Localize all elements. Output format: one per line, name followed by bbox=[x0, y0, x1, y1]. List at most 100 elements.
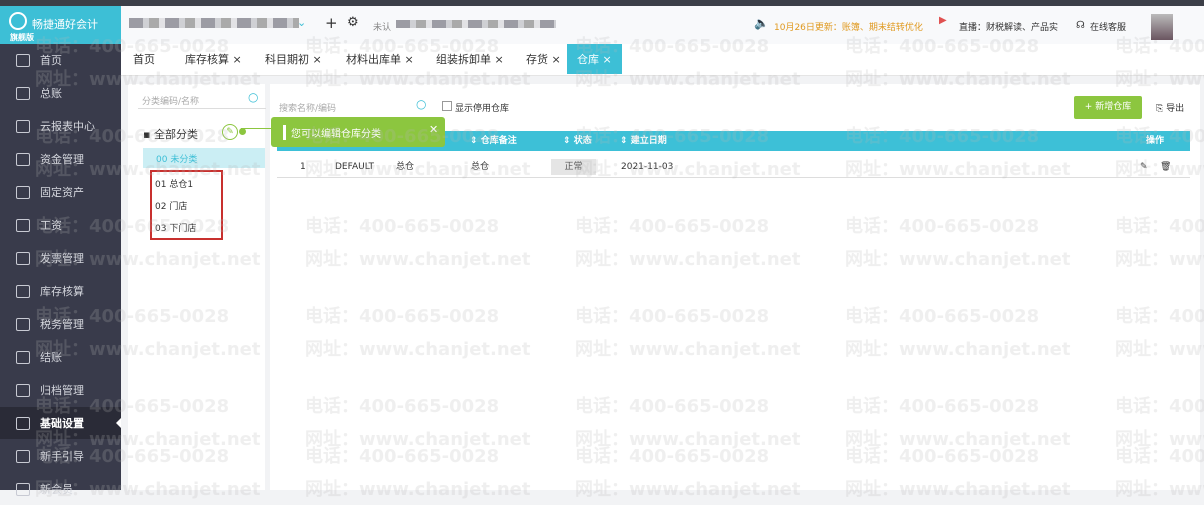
app-edition: 旗舰版 bbox=[10, 33, 34, 42]
tab-label: 存货 bbox=[526, 53, 548, 66]
add-warehouse-button[interactable]: + 新增仓库 bbox=[1074, 96, 1142, 119]
sidebar-item-7[interactable]: 库存核算 bbox=[0, 275, 121, 307]
search-icon[interactable]: ○ bbox=[416, 97, 426, 111]
col-status[interactable]: ⇕ 状态 bbox=[563, 131, 592, 151]
speaker-icon: 🔈 bbox=[754, 16, 769, 30]
gear-icon bbox=[16, 416, 30, 430]
col-date[interactable]: ⇕ 建立日期 bbox=[620, 131, 667, 151]
account-name-blurred[interactable] bbox=[129, 18, 299, 28]
sidebar-item-13[interactable]: 新会员 bbox=[0, 473, 121, 505]
tab-0[interactable]: 首页 bbox=[133, 44, 155, 76]
tab-2[interactable]: 科目期初 × bbox=[265, 44, 322, 76]
export-label: 导出 bbox=[1166, 104, 1185, 114]
headset-icon: ☊ bbox=[1076, 20, 1085, 31]
tab-label: 首页 bbox=[133, 53, 155, 66]
company-blurred bbox=[396, 20, 556, 28]
sidebar-item-9[interactable]: 结账 bbox=[0, 341, 121, 373]
archive-icon bbox=[16, 383, 30, 397]
tab-6[interactable]: 仓库 × bbox=[567, 44, 622, 74]
gear-icon[interactable]: ⚙ bbox=[347, 15, 359, 30]
sidebar-item-label: 首页 bbox=[40, 54, 62, 67]
sidebar-item-label: 资金管理 bbox=[40, 153, 84, 166]
tooltip: 您可以编辑仓库分类 ✕ bbox=[271, 117, 445, 147]
tab-4[interactable]: 组装拆卸单 × bbox=[436, 44, 504, 76]
sidebar-item-label: 库存核算 bbox=[40, 285, 84, 298]
close-icon[interactable]: × bbox=[405, 53, 414, 66]
cell-index: 1 bbox=[300, 162, 306, 172]
tooltip-text: 您可以编辑仓库分类 bbox=[283, 125, 381, 140]
guide-icon bbox=[16, 449, 30, 463]
tab-5[interactable]: 存货 × bbox=[526, 44, 561, 76]
sidebar-item-8[interactable]: 税务管理 bbox=[0, 308, 121, 340]
online-service[interactable]: 在线客服 bbox=[1090, 20, 1126, 33]
cell-remark: 总仓 bbox=[471, 162, 490, 172]
sidebar-item-label: 固定资产 bbox=[40, 186, 84, 199]
tab-label: 仓库 bbox=[577, 53, 599, 66]
avatar[interactable] bbox=[1151, 14, 1173, 40]
logo-icon bbox=[9, 12, 27, 30]
close-icon[interactable]: × bbox=[313, 53, 322, 66]
sidebar-item-3[interactable]: 资金管理 bbox=[0, 143, 121, 175]
sidebar-item-label: 归档管理 bbox=[40, 384, 84, 397]
export-button[interactable]: ⎘ 导出 bbox=[1156, 101, 1184, 114]
inventory-icon bbox=[16, 284, 30, 298]
all-categories-label: 全部分类 bbox=[153, 128, 198, 141]
col-remark-label: 仓库备注 bbox=[480, 136, 517, 146]
close-icon[interactable]: ✕ bbox=[429, 123, 438, 136]
edit-category-icon[interactable]: ✎ bbox=[222, 124, 238, 140]
close-icon[interactable]: × bbox=[552, 53, 561, 66]
cell-code: DEFAULT bbox=[335, 162, 374, 172]
tax-icon bbox=[16, 317, 30, 331]
home-icon bbox=[16, 53, 30, 67]
member-icon bbox=[16, 482, 30, 496]
sidebar-item-11[interactable]: 基础设置 bbox=[0, 407, 121, 439]
add-icon[interactable]: + bbox=[325, 14, 338, 32]
edit-icon[interactable]: ✎ bbox=[1140, 159, 1148, 175]
search-icon[interactable]: ○ bbox=[248, 90, 258, 104]
tooltip-dot bbox=[239, 128, 246, 135]
live-link[interactable]: 直播：财税解读、产品实 bbox=[959, 20, 1058, 33]
highlight-box bbox=[150, 170, 223, 240]
warehouse-search-input[interactable]: 搜索名称/编码 bbox=[279, 101, 336, 114]
all-categories[interactable]: ▪ 全部分类 bbox=[143, 126, 198, 142]
chevron-down-icon[interactable]: ⌄ bbox=[297, 16, 306, 29]
fund-icon bbox=[16, 152, 30, 166]
category-item[interactable]: 00 未分类 bbox=[156, 152, 197, 165]
sidebar-item-12[interactable]: 新手引导 bbox=[0, 440, 121, 472]
close-icon[interactable]: × bbox=[603, 53, 612, 66]
close-account-icon bbox=[16, 350, 30, 364]
trash-icon[interactable]: 🗑 bbox=[1160, 159, 1171, 175]
col-remark[interactable]: ⇕ 仓库备注 bbox=[470, 131, 517, 151]
category-search-input[interactable]: 分类编码/名称 bbox=[142, 94, 199, 107]
sidebar-item-0[interactable]: 首页 bbox=[0, 44, 121, 76]
sidebar-item-label: 新会员 bbox=[40, 483, 73, 496]
tab-label: 材料出库单 bbox=[346, 53, 401, 66]
app-logo[interactable]: 畅捷通好会计 旗舰版 bbox=[0, 6, 121, 44]
sidebar-item-4[interactable]: 固定资产 bbox=[0, 176, 121, 208]
sidebar-item-6[interactable]: 发票管理 bbox=[0, 242, 121, 274]
close-icon[interactable]: × bbox=[233, 53, 242, 66]
close-icon[interactable]: × bbox=[495, 53, 504, 66]
sidebar-item-label: 结账 bbox=[40, 351, 62, 364]
sidebar-item-label: 基础设置 bbox=[40, 417, 84, 430]
sidebar-item-label: 总账 bbox=[40, 87, 62, 100]
sidebar-item-5[interactable]: 工资 bbox=[0, 209, 121, 241]
tab-1[interactable]: 库存核算 × bbox=[185, 44, 242, 76]
status-badge: 正常 bbox=[551, 159, 596, 175]
tab-label: 科目期初 bbox=[265, 53, 309, 66]
show-disabled-checkbox[interactable] bbox=[442, 101, 452, 111]
update-notice[interactable]: 10月26日更新：账簿、期末结转优化 bbox=[774, 20, 923, 33]
tab-3[interactable]: 材料出库单 × bbox=[346, 44, 414, 76]
report-icon bbox=[16, 119, 30, 133]
salary-icon bbox=[16, 218, 30, 232]
col-actions: 操作 bbox=[1146, 136, 1165, 146]
unconfirmed-label: 未认 bbox=[373, 23, 392, 33]
sidebar-item-label: 云报表中心 bbox=[40, 120, 95, 133]
sidebar-item-1[interactable]: 总账 bbox=[0, 77, 121, 109]
col-date-label: 建立日期 bbox=[630, 136, 667, 146]
sidebar-item-2[interactable]: 云报表中心 bbox=[0, 110, 121, 142]
ledger-icon bbox=[16, 86, 30, 100]
sidebar-item-label: 发票管理 bbox=[40, 252, 84, 265]
sidebar-item-10[interactable]: 归档管理 bbox=[0, 374, 121, 406]
sidebar-item-label: 工资 bbox=[40, 219, 62, 232]
